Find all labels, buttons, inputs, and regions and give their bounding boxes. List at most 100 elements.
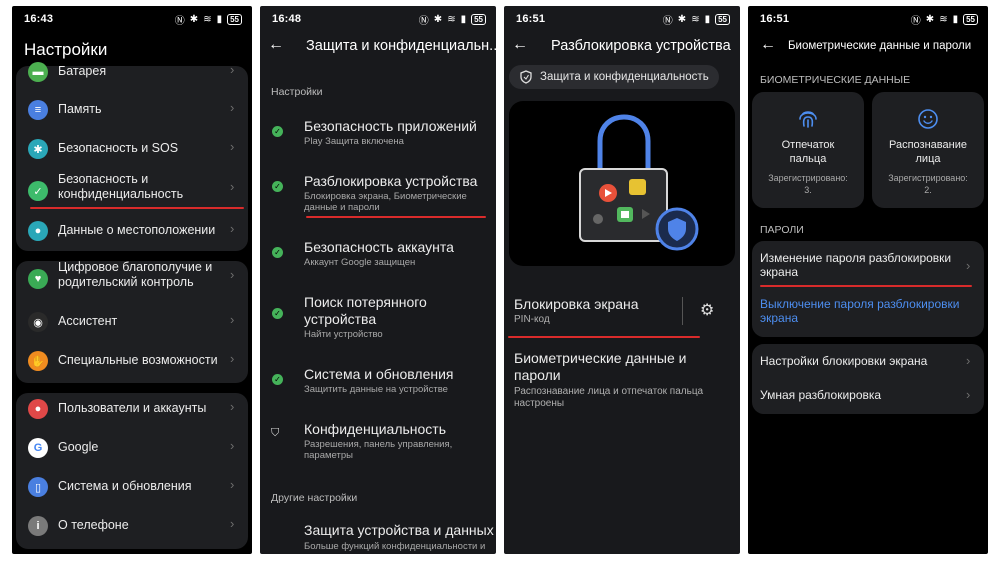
settings-item[interactable]: ▯ Система и обновления › [16,473,248,503]
chevron-right-icon: › [966,353,971,368]
privacy-item[interactable]: ✓ Поиск потерянного устройства Найти устро… [260,294,496,344]
face-icon [918,109,938,129]
padlock-illustration-icon [579,114,699,251]
face-sub: Зарегистрировано: 2. [888,173,968,195]
settings-item-label: Специальные возможности [58,353,218,367]
settings-item-label: Ассистент [58,314,118,328]
chevron-right-icon: › [230,516,235,531]
nfc-icon: Ⓝ [418,15,429,27]
settings-item-label: Безопасность и SOS [58,141,179,155]
settings-item[interactable]: ✓ Безопасность и конфиденциальность › [16,172,248,202]
privacy-item-sub: Защитить данные на устройстве [304,384,448,395]
privacy-item-sub: Найти устройство [304,329,383,340]
status-time: 16:51 [516,13,546,25]
page-title: Настройки [24,40,108,59]
settings-item-label: Цифровое благополучие и родительский кон… [58,260,213,289]
settings-item[interactable]: ✋ Специальные возможности › [16,347,248,377]
check-icon: ✓ [272,126,283,137]
gear-icon[interactable]: ⚙ [700,300,714,320]
settings-item-label: Система и обновления [58,479,192,493]
wifi-icon: ≋ [203,13,212,25]
settings-item[interactable]: ≡ Память › [16,96,248,126]
wifi-icon: ≋ [447,13,456,25]
storage-icon: ≡ [28,100,48,120]
back-arrow-icon[interactable]: ← [760,36,776,54]
settings-item[interactable]: ◉ Ассистент › [16,308,248,338]
info-icon: i [28,516,48,536]
settings-item-label: О телефоне [58,518,129,532]
settings-item-label: Пользователи и аккаунты [58,401,207,415]
heart-icon: ♥ [28,269,48,289]
chevron-right-icon: › [230,139,235,154]
signal-icon: ▮ [952,13,959,25]
privacy-item-sub: Разрешения, панель управления, параметры [304,439,453,461]
settings-item[interactable]: ● Данные о местоположении › [16,217,248,247]
check-icon: ✓ [272,181,283,192]
fingerprint-card[interactable]: Отпечаток пальца Зарегистрировано: 3. [752,92,864,208]
biometrics-title[interactable]: Биометрические данные и пароли [514,350,686,384]
status-bar: 16:51 Ⓝ ✱ ≋ ▮ 55 [748,6,988,32]
screen-lock-title[interactable]: Блокировка экрана [514,296,639,312]
settings-item[interactable]: ▬ Батарея › [16,58,248,88]
privacy-item-title: Безопасность аккаунта [304,239,454,255]
red-underline [306,216,486,218]
privacy-item-title: Система и обновления [304,366,454,382]
page-title: Разблокировка устройства [551,38,731,54]
nfc-icon: Ⓝ [174,15,185,27]
chevron-right-icon: › [230,477,235,492]
device-data-protection-title[interactable]: Защита устройства и данных [304,522,494,539]
status-icons: Ⓝ ✱ ≋ ▮ 55 [175,12,242,27]
settings-item[interactable]: ● Пользователи и аккаунты › [16,395,248,425]
disable-password-item[interactable]: Выключение пароля разблокировки экрана [760,297,959,325]
chevron-right-icon: › [230,399,235,414]
change-password-item[interactable]: Изменение пароля разблокировки экрана [760,251,951,279]
nfc-icon: Ⓝ [910,15,921,27]
breadcrumb-chip[interactable]: Защита и конфиденциальность [509,65,719,89]
settings-item-label: Google [58,440,99,454]
smart-unlock-item[interactable]: Умная разблокировка [760,388,881,403]
privacy-item-sub: Play Защита включена [304,136,404,147]
red-underline [760,285,972,287]
check-icon: ✓ [272,247,283,258]
screenshot-device-unlock: 16:51 Ⓝ ✱ ≋ ▮ 55 ← Разблокировка устройства… [504,6,740,554]
screenshot-settings: 16:43 Ⓝ ✱ ≋ ▮ 55 Настройки ▬ Батарея › ≡ Память… [12,6,252,554]
location-icon: ● [28,221,48,241]
status-bar: 16:51 Ⓝ ✱ ≋ ▮ 55 [504,6,740,32]
privacy-item[interactable]: ✓ Безопасность приложений Play Защита вклю… [260,118,496,168]
settings-item[interactable]: i О телефоне › [16,512,248,542]
face-card[interactable]: Распознавание лица Зарегистрировано: 2. [872,92,984,208]
chip-label: Защита и конфиденциальность [540,71,709,83]
section-header-biometrics: БИОМЕТРИЧЕСКИЕ ДАННЫЕ [760,74,911,86]
lock-settings-item[interactable]: Настройки блокировки экрана [760,354,927,369]
status-bar: 16:48 Ⓝ ✱ ≋ ▮ 55 [260,6,496,32]
settings-item-label: Безопасность и конфиденциальность [58,172,184,201]
privacy-item[interactable]: ✓ Безопасность аккаунта Аккаунт Google защ… [260,239,496,289]
chevron-right-icon: › [230,438,235,453]
status-icons: Ⓝ ✱ ≋ ▮ 55 [911,12,978,27]
status-time: 16:51 [760,13,790,25]
bluetooth-icon: ✱ [433,13,443,25]
phone-icon: ▯ [28,477,48,497]
shield-icon [520,70,532,84]
privacy-item-sub: Аккаунт Google защищен [304,257,416,268]
settings-item[interactable]: ♥ Цифровое благополучие и родительский ко… [16,260,248,290]
assistant-icon: ◉ [28,312,48,332]
shield-icon: ⛉ [271,427,280,439]
back-arrow-icon[interactable]: ← [268,36,284,54]
nfc-icon: Ⓝ [662,15,673,27]
privacy-item[interactable]: ⛉ Конфиденциальность Разрешения, панель уп… [260,421,496,471]
user-icon: ● [28,399,48,419]
privacy-item[interactable]: ✓ Система и обновления Защитить данные на … [260,366,496,416]
status-icons: Ⓝ ✱ ≋ ▮ 55 [419,12,486,27]
chevron-right-icon: › [230,179,235,194]
device-data-protection-sub: Больше функций конфиденциальности и [304,541,486,552]
settings-item[interactable]: ✱ Безопасность и SOS › [16,135,248,165]
privacy-item-sub: Блокировка экрана, Биометрические данные… [304,191,467,213]
hand-icon: ✋ [28,351,48,371]
privacy-item-title: Безопасность приложений [304,118,477,134]
privacy-item-title: Поиск потерянного устройства [304,294,427,327]
settings-item[interactable]: G Google › [16,434,248,464]
chevron-right-icon: › [230,221,235,236]
chevron-right-icon: › [966,258,971,273]
back-arrow-icon[interactable]: ← [512,36,528,54]
